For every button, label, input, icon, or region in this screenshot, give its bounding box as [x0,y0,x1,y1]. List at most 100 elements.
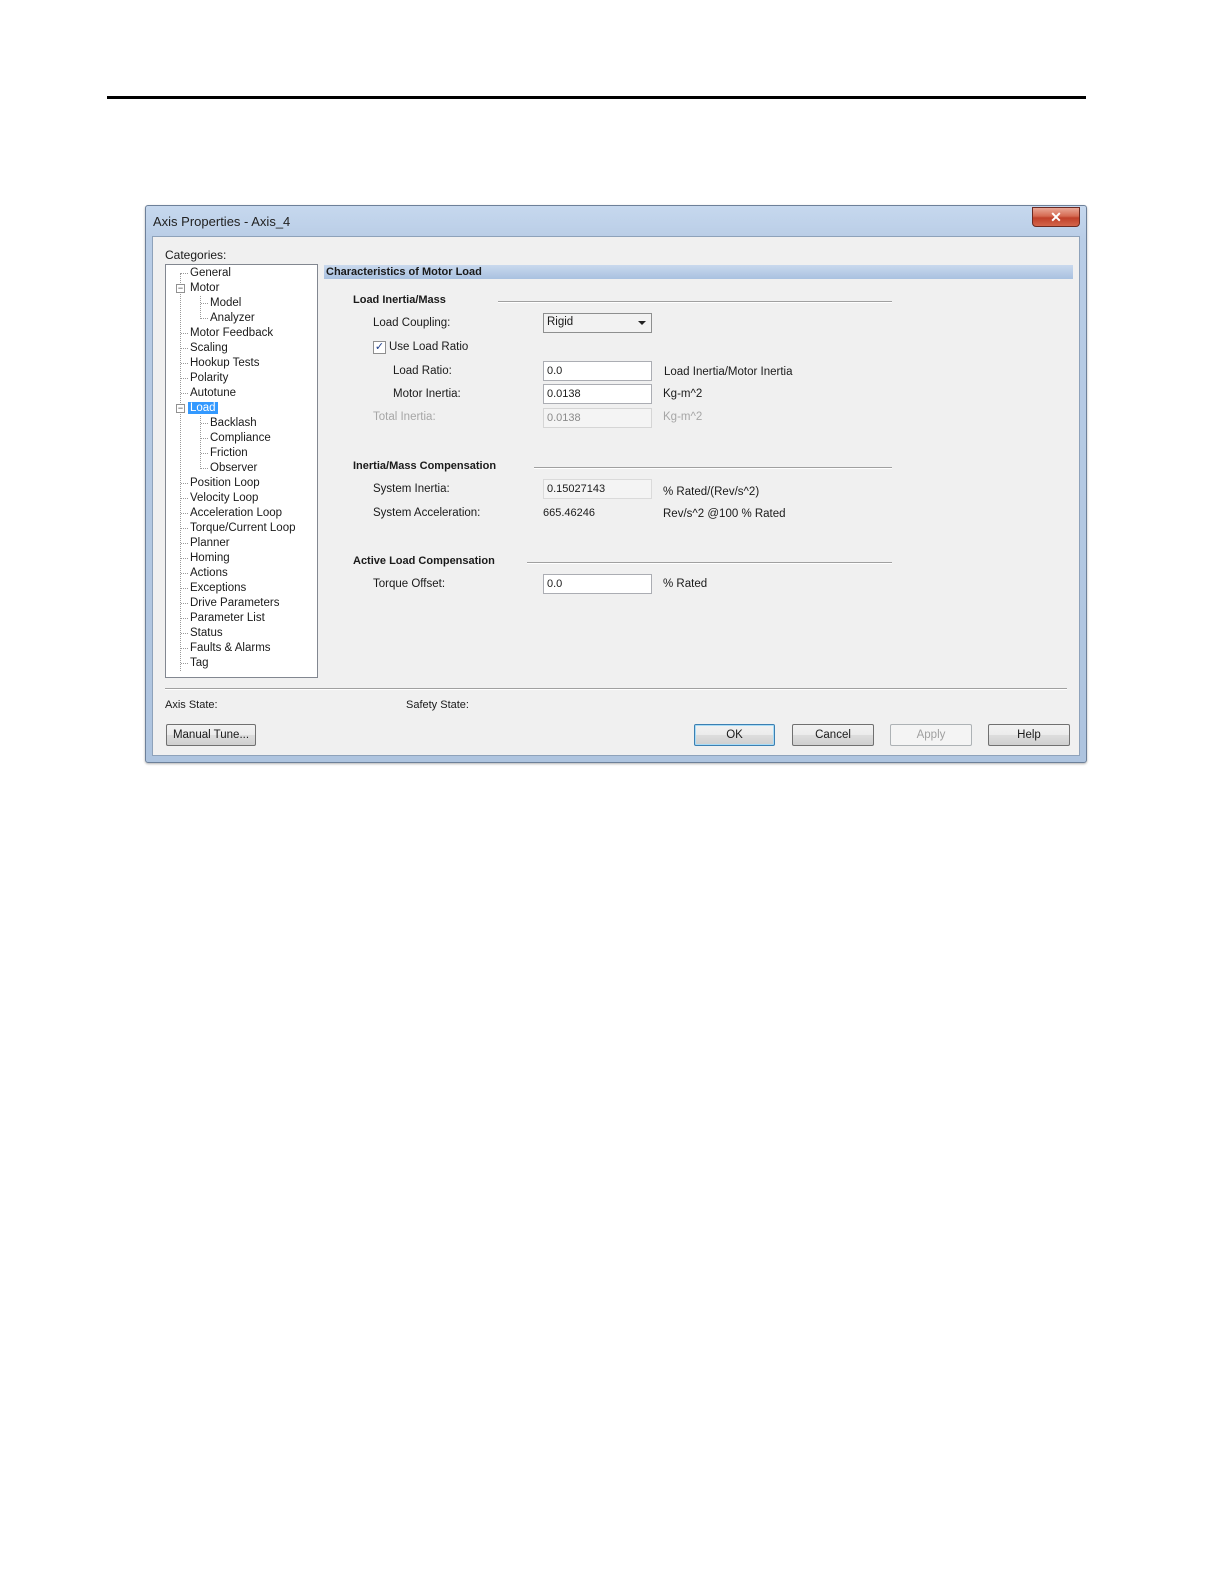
load-ratio-units: Load Inertia/Motor Inertia [664,366,793,378]
torque-offset-input[interactable] [543,574,652,594]
system-acceleration-label: System Acceleration: [373,507,481,519]
load-coupling-dropdown[interactable]: Rigid [543,313,652,333]
tree-item-torque-current-loop[interactable]: Torque/Current Loop [190,521,295,536]
tree-item-load[interactable]: Load [188,401,218,416]
tree-item-motor[interactable]: Motor [190,281,219,296]
system-inertia-units: % Rated/(Rev/s^2) [663,486,760,498]
chevron-down-icon [638,321,646,325]
tree-item-analyzer[interactable]: Analyzer [210,311,255,326]
cancel-button[interactable]: Cancel [792,724,874,746]
system-acceleration-value: 665.46246 [543,507,595,519]
axis-properties-dialog: Axis Properties - Axis_4 ✕ Categories: −… [145,205,1087,763]
tree-line [181,498,188,499]
close-button[interactable]: ✕ [1032,207,1080,227]
tree-item-label: Autotune [190,387,237,399]
tree-item-tag[interactable]: Tag [190,656,209,671]
page-top-rule [107,96,1086,99]
tree-line [181,348,188,349]
tree-item-position-loop[interactable]: Position Loop [190,476,260,491]
tree-item-exceptions[interactable]: Exceptions [190,581,246,596]
tree-item-model[interactable]: Model [210,296,241,311]
tree-line [201,468,208,469]
tree-item-label: Homing [190,552,230,564]
tree-item-label: Exceptions [190,582,247,594]
torque-offset-label: Torque Offset: [373,578,446,590]
tree-item-label: Motor Feedback [190,327,274,339]
manual-tune-button[interactable]: Manual Tune... [166,724,256,746]
active-load-group-title-visible: Active Load Compensation [353,555,495,567]
system-acceleration-units: Rev/s^2 @100 % Rated [663,508,786,520]
compensation-group-title: Inertia/Mass Compensation [353,460,497,472]
tree-item-label: Status [190,627,223,639]
tree-item-actions[interactable]: Actions [190,566,228,581]
tree-item-motor-feedback[interactable]: Motor Feedback [190,326,273,341]
tree-item-observer[interactable]: Observer [210,461,257,476]
safety-state-label: Safety State: [406,699,469,711]
ok-button[interactable]: OK [694,724,775,746]
window-title: Axis Properties - Axis_4 [153,214,291,229]
torque-offset-units: % Rated [663,578,708,590]
tree-item-label: Velocity Loop [190,492,259,504]
help-button[interactable]: Help [988,724,1070,746]
tree-item-compliance[interactable]: Compliance [210,431,271,446]
title-bar[interactable]: Axis Properties - Axis_4 ✕ [146,206,1086,236]
tree-item-homing[interactable]: Homing [190,551,230,566]
motor-inertia-label: Motor Inertia: [393,388,461,400]
use-load-ratio-checkbox[interactable]: ✓ [373,341,386,354]
categories-tree[interactable]: − − General Motor Model Analyzer Motor F… [165,264,318,678]
tree-line [181,648,188,649]
tree-item-label: Polarity [190,372,229,384]
motor-inertia-units: Kg-m^2 [663,388,703,400]
tree-item-polarity[interactable]: Polarity [190,371,228,386]
tree-item-scaling[interactable]: Scaling [190,341,228,356]
section-header: Characteristics of Motor Load [324,265,1073,279]
tree-item-label: General [190,267,231,279]
total-inertia-input [543,408,652,428]
tree-item-backlash[interactable]: Backlash [210,416,257,431]
tree-item-faults-alarms[interactable]: Faults & Alarms [190,641,271,656]
tree-item-label: Motor [190,282,220,294]
tree-line [181,573,188,574]
tree-line [201,318,208,319]
tree-line [181,558,188,559]
tree-item-label: Model [210,297,242,309]
total-inertia-units: Kg-m^2 [663,411,703,423]
tree-item-velocity-loop[interactable]: Velocity Loop [190,491,258,506]
load-inertia-group-title: Load Inertia/Mass [353,294,446,306]
tree-item-label: Drive Parameters [190,597,280,609]
tree-item-autotune[interactable]: Autotune [190,386,236,401]
tree-item-label: Observer [210,462,258,474]
tree-item-acceleration-loop[interactable]: Acceleration Loop [190,506,282,521]
categories-label: Categories: [165,248,227,262]
tree-item-label: Backlash [210,417,257,429]
motor-inertia-input[interactable] [543,384,652,404]
use-load-ratio-label[interactable]: Use Load Ratio [389,341,468,353]
tree-item-label: Scaling [190,342,228,354]
tree-line [181,483,188,484]
tree-item-drive-parameters[interactable]: Drive Parameters [190,596,279,611]
apply-button: Apply [890,724,972,746]
collapse-load-icon[interactable]: − [176,404,185,413]
collapse-motor-icon[interactable]: − [176,284,185,293]
tree-line [181,273,188,274]
tree-line [181,528,188,529]
tree-line [181,543,188,544]
tree-item-planner[interactable]: Planner [190,536,230,551]
tree-item-friction[interactable]: Friction [210,446,248,461]
tree-item-hookup-tests[interactable]: Hookup Tests [190,356,259,371]
tree-item-label: Analyzer [210,312,255,324]
load-ratio-input[interactable] [543,361,652,381]
system-inertia-input [543,479,652,499]
tree-item-label: Hookup Tests [190,357,260,369]
tree-item-parameter-list[interactable]: Parameter List [190,611,265,626]
tree-item-label: Compliance [210,432,271,444]
close-icon: ✕ [1050,209,1062,225]
tree-item-general[interactable]: General [190,266,231,281]
tree-item-label: Tag [190,657,209,669]
tree-line [201,453,208,454]
footer-divider [165,688,1067,690]
tree-item-status[interactable]: Status [190,626,223,641]
check-icon: ✓ [374,341,385,353]
tree-item-label: Acceleration Loop [190,507,283,519]
tree-line [200,296,201,319]
